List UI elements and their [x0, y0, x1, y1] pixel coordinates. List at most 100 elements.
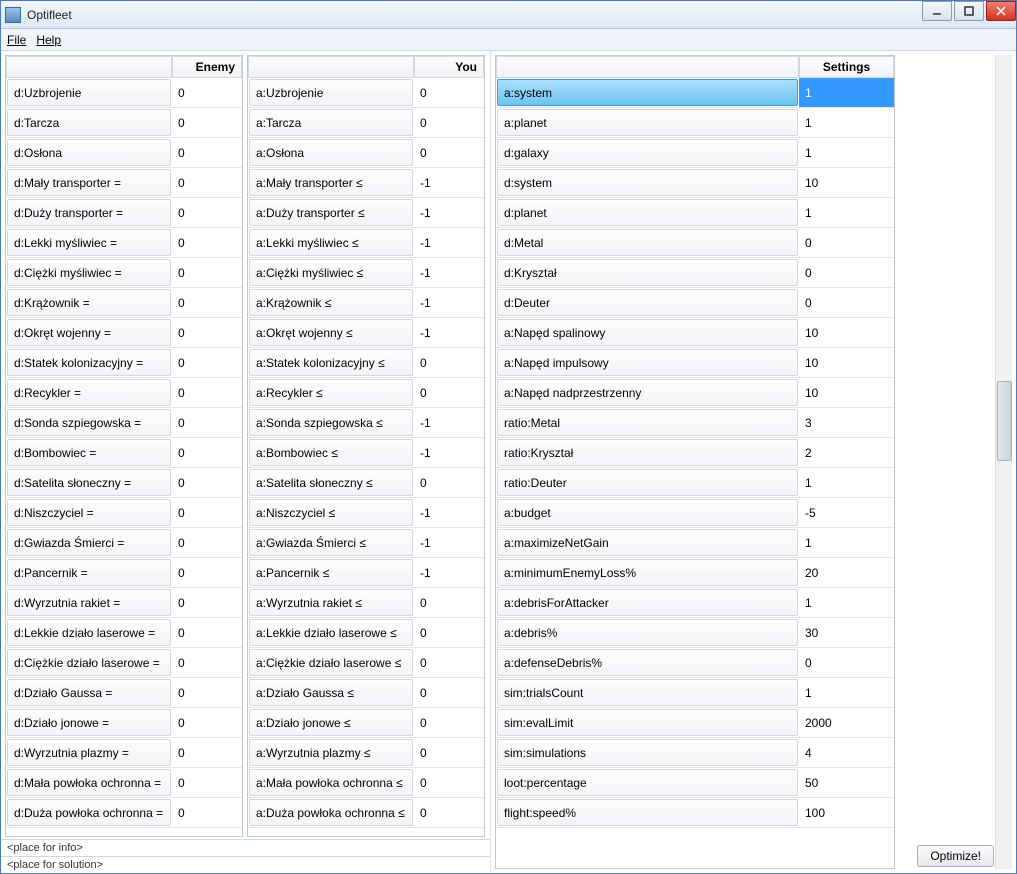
- enemy-row[interactable]: d:Pancernik =0: [6, 558, 242, 588]
- you-value[interactable]: 0: [414, 738, 484, 767]
- you-row[interactable]: a:Uzbrojenie0: [248, 78, 484, 108]
- you-row[interactable]: a:Krążownik ≤-1: [248, 288, 484, 318]
- enemy-row[interactable]: d:Statek kolonizacyjny =0: [6, 348, 242, 378]
- minimize-button[interactable]: [922, 1, 952, 21]
- settings-value[interactable]: 10: [799, 168, 894, 197]
- you-row[interactable]: a:Wyrzutnia rakiet ≤0: [248, 588, 484, 618]
- settings-key[interactable]: loot:percentage: [497, 769, 798, 796]
- you-key[interactable]: a:Statek kolonizacyjny ≤: [249, 349, 413, 376]
- menu-file[interactable]: File: [7, 33, 26, 47]
- settings-value[interactable]: 50: [799, 768, 894, 797]
- enemy-key[interactable]: d:Lekkie działo laserowe =: [7, 619, 171, 646]
- enemy-row[interactable]: d:Uzbrojenie0: [6, 78, 242, 108]
- you-key[interactable]: a:Niszczyciel ≤: [249, 499, 413, 526]
- enemy-value[interactable]: 0: [172, 708, 242, 737]
- settings-row[interactable]: a:Napęd impulsowy10: [496, 348, 894, 378]
- you-row[interactable]: a:Niszczyciel ≤-1: [248, 498, 484, 528]
- you-key[interactable]: a:Działo jonowe ≤: [249, 709, 413, 736]
- enemy-value[interactable]: 0: [172, 588, 242, 617]
- enemy-value[interactable]: 0: [172, 78, 242, 107]
- you-row[interactable]: a:Tarcza0: [248, 108, 484, 138]
- enemy-key[interactable]: d:Lekki myśliwiec =: [7, 229, 171, 256]
- settings-row[interactable]: flight:speed%100: [496, 798, 894, 828]
- enemy-key[interactable]: d:Uzbrojenie: [7, 79, 171, 106]
- you-row[interactable]: a:Satelita słoneczny ≤0: [248, 468, 484, 498]
- enemy-key[interactable]: d:Osłona: [7, 139, 171, 166]
- you-key[interactable]: a:Duża powłoka ochronna ≤: [249, 799, 413, 826]
- you-value[interactable]: 0: [414, 468, 484, 497]
- enemy-value[interactable]: 0: [172, 258, 242, 287]
- you-value-header[interactable]: You: [414, 56, 484, 78]
- settings-key[interactable]: d:system: [497, 169, 798, 196]
- you-row[interactable]: a:Recykler ≤0: [248, 378, 484, 408]
- settings-value[interactable]: 10: [799, 378, 894, 407]
- enemy-row[interactable]: d:Mała powłoka ochronna =0: [6, 768, 242, 798]
- you-key[interactable]: a:Okręt wojenny ≤: [249, 319, 413, 346]
- you-value[interactable]: -1: [414, 288, 484, 317]
- settings-value[interactable]: 0: [799, 288, 894, 317]
- enemy-key[interactable]: d:Gwiazda Śmierci =: [7, 529, 171, 556]
- settings-value[interactable]: 1: [799, 528, 894, 557]
- you-row[interactable]: a:Lekkie działo laserowe ≤0: [248, 618, 484, 648]
- you-value[interactable]: 0: [414, 588, 484, 617]
- enemy-key[interactable]: d:Wyrzutnia rakiet =: [7, 589, 171, 616]
- enemy-row[interactable]: d:Bombowiec =0: [6, 438, 242, 468]
- enemy-key[interactable]: d:Duży transporter =: [7, 199, 171, 226]
- you-key[interactable]: a:Ciężkie działo laserowe ≤: [249, 649, 413, 676]
- settings-value[interactable]: 100: [799, 798, 894, 827]
- enemy-row[interactable]: d:Ciężki myśliwiec =0: [6, 258, 242, 288]
- enemy-row[interactable]: d:Mały transporter =0: [6, 168, 242, 198]
- enemy-value[interactable]: 0: [172, 108, 242, 137]
- settings-row[interactable]: sim:trialsCount1: [496, 678, 894, 708]
- settings-key[interactable]: a:planet: [497, 109, 798, 136]
- enemy-key[interactable]: d:Mała powłoka ochronna =: [7, 769, 171, 796]
- settings-row[interactable]: sim:evalLimit2000: [496, 708, 894, 738]
- you-key[interactable]: a:Pancernik ≤: [249, 559, 413, 586]
- enemy-key[interactable]: d:Ciężkie działo laserowe =: [7, 649, 171, 676]
- you-table[interactable]: You a:Uzbrojenie0a:Tarcza0a:Osłona0a:Mał…: [247, 55, 485, 837]
- you-key[interactable]: a:Krążownik ≤: [249, 289, 413, 316]
- you-key[interactable]: a:Działo Gaussa ≤: [249, 679, 413, 706]
- enemy-row[interactable]: d:Satelita słoneczny =0: [6, 468, 242, 498]
- settings-row[interactable]: d:galaxy1: [496, 138, 894, 168]
- enemy-value[interactable]: 0: [172, 408, 242, 437]
- you-value[interactable]: 0: [414, 618, 484, 647]
- optimize-button[interactable]: Optimize!: [917, 845, 994, 867]
- settings-key[interactable]: ratio:Metal: [497, 409, 798, 436]
- settings-value[interactable]: 10: [799, 318, 894, 347]
- settings-row[interactable]: ratio:Metal3: [496, 408, 894, 438]
- enemy-row[interactable]: d:Lekkie działo laserowe =0: [6, 618, 242, 648]
- enemy-key[interactable]: d:Mały transporter =: [7, 169, 171, 196]
- settings-value[interactable]: 0: [799, 258, 894, 287]
- settings-value[interactable]: 2: [799, 438, 894, 467]
- settings-key[interactable]: ratio:Kryształ: [497, 439, 798, 466]
- enemy-row[interactable]: d:Działo Gaussa =0: [6, 678, 242, 708]
- you-value[interactable]: 0: [414, 78, 484, 107]
- you-row[interactable]: a:Działo jonowe ≤0: [248, 708, 484, 738]
- you-key[interactable]: a:Osłona: [249, 139, 413, 166]
- enemy-key[interactable]: d:Okręt wojenny =: [7, 319, 171, 346]
- enemy-value[interactable]: 0: [172, 498, 242, 527]
- you-value[interactable]: 0: [414, 348, 484, 377]
- settings-key[interactable]: sim:simulations: [497, 739, 798, 766]
- settings-key[interactable]: a:Napęd impulsowy: [497, 349, 798, 376]
- settings-key[interactable]: d:Kryształ: [497, 259, 798, 286]
- enemy-value[interactable]: 0: [172, 468, 242, 497]
- settings-key[interactable]: flight:speed%: [497, 799, 798, 826]
- settings-key[interactable]: a:minimumEnemyLoss%: [497, 559, 798, 586]
- settings-key[interactable]: d:Metal: [497, 229, 798, 256]
- you-value[interactable]: 0: [414, 138, 484, 167]
- you-value[interactable]: 0: [414, 708, 484, 737]
- menu-help[interactable]: Help: [36, 33, 61, 47]
- you-key[interactable]: a:Wyrzutnia rakiet ≤: [249, 589, 413, 616]
- settings-value[interactable]: 10: [799, 348, 894, 377]
- you-row[interactable]: a:Osłona0: [248, 138, 484, 168]
- settings-value[interactable]: 1: [799, 138, 894, 167]
- you-row[interactable]: a:Ciężkie działo laserowe ≤0: [248, 648, 484, 678]
- enemy-row[interactable]: d:Wyrzutnia plazmy =0: [6, 738, 242, 768]
- settings-key[interactable]: d:planet: [497, 199, 798, 226]
- settings-key[interactable]: a:maximizeNetGain: [497, 529, 798, 556]
- settings-value[interactable]: -5: [799, 498, 894, 527]
- settings-row[interactable]: d:planet1: [496, 198, 894, 228]
- you-key[interactable]: a:Tarcza: [249, 109, 413, 136]
